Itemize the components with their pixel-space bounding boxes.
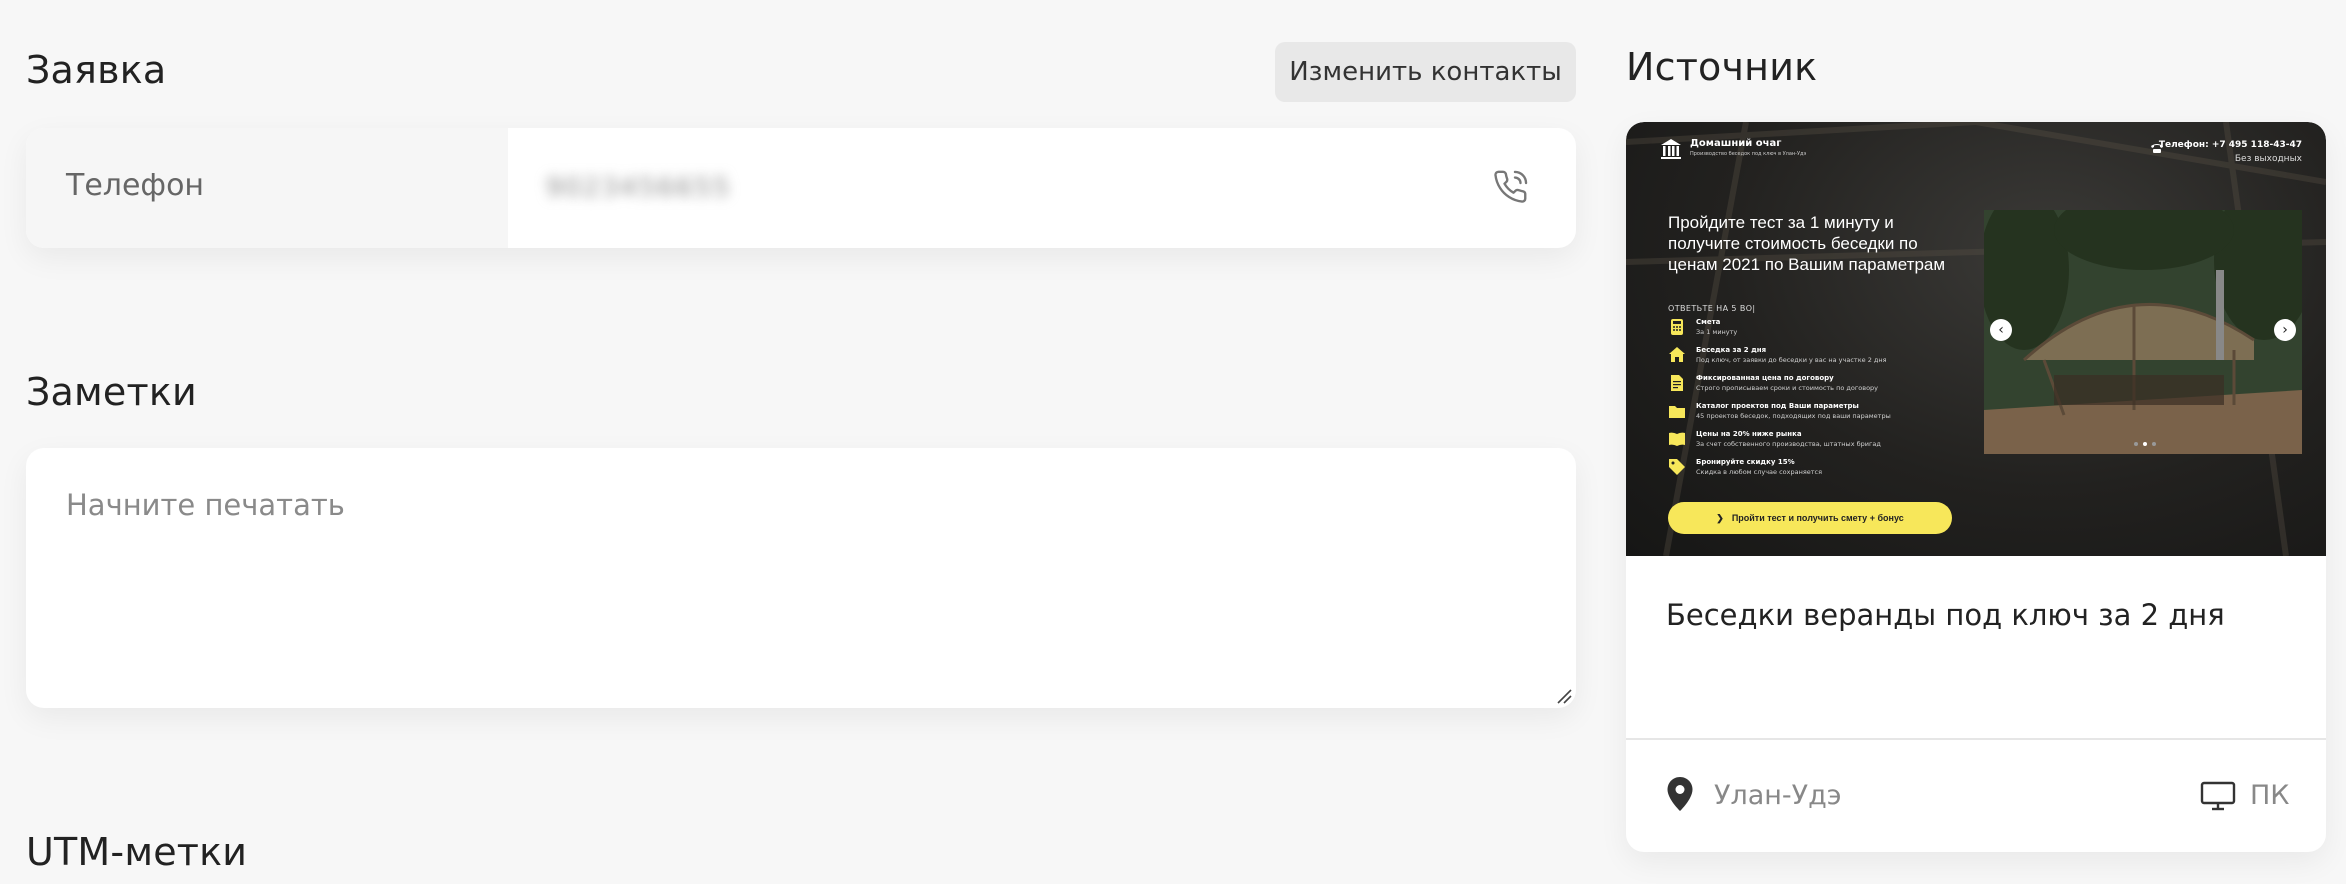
- notes-card: [26, 448, 1576, 708]
- preview-cta-button[interactable]: ❯ Пройти тест и получить смету + бонус: [1668, 502, 1952, 534]
- preview-phone: Телефон: +7 495 118-43-47 Без выходных: [2159, 138, 2302, 166]
- city-label: Улан-Удэ: [1714, 780, 1842, 811]
- document-icon: [1671, 375, 1683, 391]
- location-pin-icon: [1667, 777, 1693, 811]
- feature-title: Бронируйте скидку 15%: [1696, 458, 1795, 466]
- feature-title: Цены на 20% ниже рынка: [1696, 430, 1802, 438]
- utm-title: UTM-метки: [26, 830, 248, 874]
- preview-logo-sub: Производство беседок под ключ в Улан-Удэ: [1690, 151, 1807, 157]
- tag-icon: [1669, 459, 1685, 475]
- feature-sub: За счет собственного производства, штатн…: [1696, 440, 1881, 448]
- preview-feature-item: Смета За 1 минуту: [1668, 318, 1948, 346]
- preview-cta-label: Пройти тест и получить смету + бонус: [1731, 513, 1904, 523]
- feature-title: Смета: [1696, 318, 1721, 326]
- preview-answer-hint: ОТВЕТЬТЕ НА 5 ВО|: [1668, 304, 1756, 313]
- feature-title: Каталог проектов под Ваши параметры: [1696, 402, 1859, 410]
- gazebo-illustration: [1984, 210, 2302, 454]
- desktop-monitor-icon: [2200, 781, 2236, 811]
- landing-preview[interactable]: Домашний очаг Производство беседок под к…: [1626, 122, 2326, 556]
- feature-title: Беседка за 2 дня: [1696, 346, 1767, 354]
- preview-feature-list: Смета За 1 минуту Беседка за 2 дня Под клю…: [1668, 318, 1948, 486]
- preview-logo: Домашний очаг Производство беседок под к…: [1660, 138, 1806, 160]
- feature-sub: 45 проектов беседок, подходящих под ваши…: [1696, 412, 1891, 420]
- preview-feature-item: Каталог проектов под Ваши параметры 45 пр…: [1668, 402, 1948, 430]
- source-card: Домашний очаг Производство беседок под к…: [1626, 122, 2326, 852]
- folder-icon: [1669, 406, 1685, 418]
- phone-value: 9023456655: [546, 173, 732, 203]
- preview-feature-item: Цены на 20% ниже рынка За счет собственно…: [1668, 430, 1948, 458]
- notes-input[interactable]: [26, 448, 1576, 708]
- phone-label: Телефон: [66, 168, 205, 203]
- slider-dot[interactable]: [2134, 442, 2138, 446]
- source-page-title: Беседки веранды под ключ за 2 дня: [1666, 598, 2225, 632]
- preview-headline: Пройдите тест за 1 минуту и получите сто…: [1668, 213, 1946, 274]
- source-title: Источник: [1626, 45, 1818, 89]
- feature-sub: Под ключ, от заявки до беседки у вас на …: [1696, 356, 1887, 364]
- device-label: ПК: [2250, 780, 2290, 811]
- preview-logo-name: Домашний очаг: [1690, 138, 1782, 149]
- feature-sub: За 1 минуту: [1696, 328, 1738, 336]
- resize-handle-icon[interactable]: [1554, 686, 1572, 704]
- slider-prev-icon[interactable]: ‹: [1990, 319, 2012, 341]
- request-title: Заявка: [26, 48, 167, 92]
- preview-feature-item: Фиксированная цена по договору Строго про…: [1668, 374, 1948, 402]
- calculator-icon: [1671, 319, 1683, 335]
- building-icon: [1661, 139, 1681, 159]
- slider-dot[interactable]: [2143, 442, 2147, 446]
- slider-next-icon[interactable]: ›: [2274, 319, 2296, 341]
- chevron-right-icon: ❯: [1716, 512, 1724, 523]
- phone-row: Телефон 9023456655: [26, 128, 1576, 248]
- feature-sub: Скидка в любом случае сохраняется: [1696, 468, 1823, 476]
- change-contacts-button[interactable]: Изменить контакты: [1275, 42, 1576, 102]
- phone-label-cell: Телефон: [26, 128, 508, 248]
- feature-title: Фиксированная цена по договору: [1696, 374, 1834, 382]
- preview-feature-item: Бронируйте скидку 15% Скидка в любом случ…: [1668, 458, 1948, 486]
- feature-sub: Строго прописываем сроки и стоимость по …: [1696, 384, 1879, 392]
- gazebo-photo: [1984, 210, 2302, 454]
- preview-feature-item: Беседка за 2 дня Под ключ, от заявки до б…: [1668, 346, 1948, 374]
- house-icon: [1669, 347, 1685, 362]
- preview-phone-number: Телефон: +7 495 118-43-47: [2158, 140, 2302, 150]
- phone-call-icon[interactable]: [1492, 168, 1530, 206]
- slider-dot[interactable]: [2152, 442, 2156, 446]
- divider: [1626, 738, 2326, 740]
- notes-title: Заметки: [26, 370, 197, 414]
- preview-schedule: Без выходных: [2234, 154, 2302, 164]
- slider-dots: [2134, 442, 2156, 446]
- book-icon: [1669, 432, 1685, 446]
